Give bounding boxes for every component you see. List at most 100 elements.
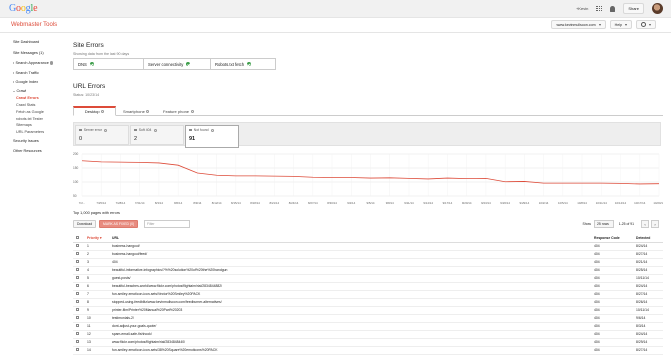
- url-cell[interactable]: spam-email-safe-fishhook/: [112, 330, 594, 339]
- checkbox[interactable]: [79, 128, 82, 132]
- table-row[interactable]: 14 fun-smiley-emoticon-icon-sets/38%20Squ…: [73, 346, 663, 355]
- sidebar-item-search-appearance[interactable]: Search Appearance: [13, 61, 54, 65]
- url-cell[interactable]: beautiful-informative-infographics/?%%20…: [112, 266, 594, 275]
- share-button[interactable]: Share: [623, 3, 644, 14]
- checkbox[interactable]: [76, 260, 79, 263]
- url-cell[interactable]: beautiful-beaches-world/www.flickr.com/p…: [112, 282, 594, 291]
- account-area: +Kevin Share: [576, 3, 663, 14]
- server-error-counter[interactable]: Server error 0: [75, 125, 129, 145]
- server-connectivity-status[interactable]: Server connectivity: [144, 59, 211, 69]
- sidebar-item-fetch-as-google[interactable]: Fetch as Google: [16, 110, 44, 114]
- x-tick-label: 9/20/14: [462, 201, 472, 205]
- table-row[interactable]: 13 www.flickr.com/photos/flightaim/rial/2…: [73, 338, 663, 347]
- settings-button[interactable]: [636, 20, 656, 29]
- sidebar-item-security-issues[interactable]: Security Issues: [13, 139, 39, 143]
- checkbox[interactable]: [76, 276, 79, 279]
- top-bar: Google +Kevin Share: [0, 0, 671, 18]
- url-cell[interactable]: printer-film/Printer%20Manual%20Part%202…: [112, 306, 594, 315]
- tab-smartphone[interactable]: Smartphone: [117, 106, 155, 116]
- apps-grid-icon[interactable]: [596, 5, 603, 12]
- sidebar-item-label: Fetch as Google: [16, 110, 44, 114]
- dns-status[interactable]: DNS: [74, 59, 144, 69]
- sidebar-item-site-messages-1[interactable]: Site Messages (1): [13, 51, 44, 55]
- url-cell[interactable]: fun-smiley-emoticon-icon-sets/38%20Squar…: [112, 346, 594, 355]
- url-cell[interactable]: business-hangout/: [112, 242, 594, 251]
- url-cell[interactable]: fun-smiley-emoticon-icon-sets/Vector%20S…: [112, 290, 594, 299]
- url-cell[interactable]: dont-adjust-your-goals-quote/: [112, 322, 594, 331]
- tab-feature-phone[interactable]: Feature phone: [157, 106, 200, 116]
- table-row[interactable]: 4 beautiful-informative-infographics/?%%2…: [73, 266, 663, 275]
- site-selector[interactable]: www.kevinmullsoon.com: [551, 20, 606, 29]
- checkbox[interactable]: [76, 324, 79, 327]
- url-cell[interactable]: business-hangout/feed/: [112, 250, 594, 259]
- not-found-counter[interactable]: Not found 91: [185, 125, 239, 148]
- url-column-header[interactable]: URL: [112, 234, 594, 243]
- table-row[interactable]: 9 printer-film/Printer%20Manual%20Part%20…: [73, 306, 663, 315]
- checkbox[interactable]: [189, 128, 192, 132]
- table-row[interactable]: 2 business-hangout/feed/404 8/27/14: [73, 250, 663, 259]
- rows-per-page-select[interactable]: 25 rows: [594, 220, 614, 228]
- mark-as-fixed-button[interactable]: MARK AS FIXED (0): [99, 220, 139, 228]
- download-button[interactable]: Download: [73, 220, 97, 228]
- table-row[interactable]: 12 spam-email-safe-fishhook/404 8/24/14: [73, 330, 663, 339]
- checkbox[interactable]: [134, 128, 137, 132]
- priority-column-header[interactable]: Priority ▾: [87, 234, 112, 243]
- checkbox[interactable]: [76, 244, 79, 247]
- table-row[interactable]: 3 404 404 8/21/14: [73, 258, 663, 267]
- x-tick-label: 9/29/14: [520, 201, 530, 205]
- sidebar-item-crawl[interactable]: Crawl: [13, 89, 26, 93]
- sidebar-item-sitemaps[interactable]: Sitemaps: [16, 123, 32, 127]
- detected-cell: 8/24/14: [636, 242, 663, 251]
- checkbox[interactable]: [76, 284, 79, 287]
- checkbox[interactable]: [76, 332, 79, 335]
- checkbox[interactable]: [76, 292, 79, 295]
- row-checkbox: [73, 242, 87, 251]
- sidebar-item-search-traffic[interactable]: Search Traffic: [13, 71, 39, 75]
- gear-icon: [641, 22, 646, 27]
- url-cell[interactable]: testimonials-2/: [112, 314, 594, 323]
- google-logo[interactable]: Google: [9, 3, 38, 14]
- table-row[interactable]: 5 guest-posts/404 10/11/14: [73, 274, 663, 283]
- notifications-bell-icon[interactable]: [610, 5, 616, 12]
- url-cell[interactable]: 404: [112, 258, 594, 267]
- checkbox[interactable]: [76, 348, 79, 351]
- robots-fetch-status[interactable]: Robots.txt fetch: [211, 59, 275, 69]
- sidebar-item-crawl-errors[interactable]: Crawl Errors: [16, 96, 39, 100]
- table-row[interactable]: 7 fun-smiley-emoticon-icon-sets/Vector%20…: [73, 290, 663, 299]
- checkbox[interactable]: [76, 308, 79, 311]
- response-code-cell: 404: [594, 338, 636, 347]
- checkbox[interactable]: [76, 300, 79, 303]
- soft-404-counter[interactable]: Soft 404 2: [130, 125, 184, 145]
- url-cell[interactable]: stopped-using-feedblitz/www.kevinmullsoo…: [112, 298, 594, 307]
- response-code-cell: 404: [594, 266, 636, 275]
- table-row[interactable]: 1 business-hangout/404 8/24/14: [73, 242, 663, 251]
- sidebar-item-other-resources[interactable]: Other Resources: [13, 149, 42, 153]
- help-button[interactable]: Help: [609, 20, 632, 29]
- filter-input[interactable]: Filter: [144, 220, 190, 228]
- plus-profile-link[interactable]: +Kevin: [576, 6, 588, 11]
- checkbox[interactable]: [76, 252, 79, 255]
- avatar[interactable]: [652, 3, 663, 14]
- url-cell[interactable]: www.flickr.com/photos/flightaim/rial/283…: [112, 338, 594, 347]
- tab-desktop[interactable]: Desktop: [73, 106, 116, 116]
- table-row[interactable]: 11 dont-adjust-your-goals-quote/404 8/3/14: [73, 322, 663, 331]
- row-checkbox: [73, 338, 87, 347]
- select-all-checkbox[interactable]: [76, 235, 79, 239]
- sidebar-item-url-parameters[interactable]: URL Parameters: [16, 130, 44, 134]
- checkbox[interactable]: [76, 268, 79, 271]
- product-title[interactable]: Webmaster Tools: [11, 22, 57, 28]
- table-row[interactable]: 8 stopped-using-feedblitz/www.kevinmullso…: [73, 298, 663, 307]
- detected-column-header[interactable]: Detected: [636, 234, 663, 243]
- next-page-button[interactable]: ›: [651, 220, 659, 228]
- table-row[interactable]: 10 testimonials-2/404 9/6/14: [73, 314, 663, 323]
- sidebar-item-site-dashboard[interactable]: Site Dashboard: [13, 40, 39, 44]
- sidebar-item-crawl-stats[interactable]: Crawl Stats: [16, 103, 35, 107]
- checkbox[interactable]: [76, 316, 79, 319]
- sidebar-item-robots-txt-tester[interactable]: robots.txt Tester: [16, 117, 43, 121]
- response-code-column-header[interactable]: Response Code: [594, 234, 636, 243]
- checkbox[interactable]: [76, 340, 79, 343]
- url-cell[interactable]: guest-posts/: [112, 274, 594, 283]
- table-row[interactable]: 6 beautiful-beaches-world/www.flickr.com/…: [73, 282, 663, 291]
- sidebar-item-google-index[interactable]: Google Index: [13, 80, 38, 84]
- prev-page-button[interactable]: ‹: [641, 220, 649, 228]
